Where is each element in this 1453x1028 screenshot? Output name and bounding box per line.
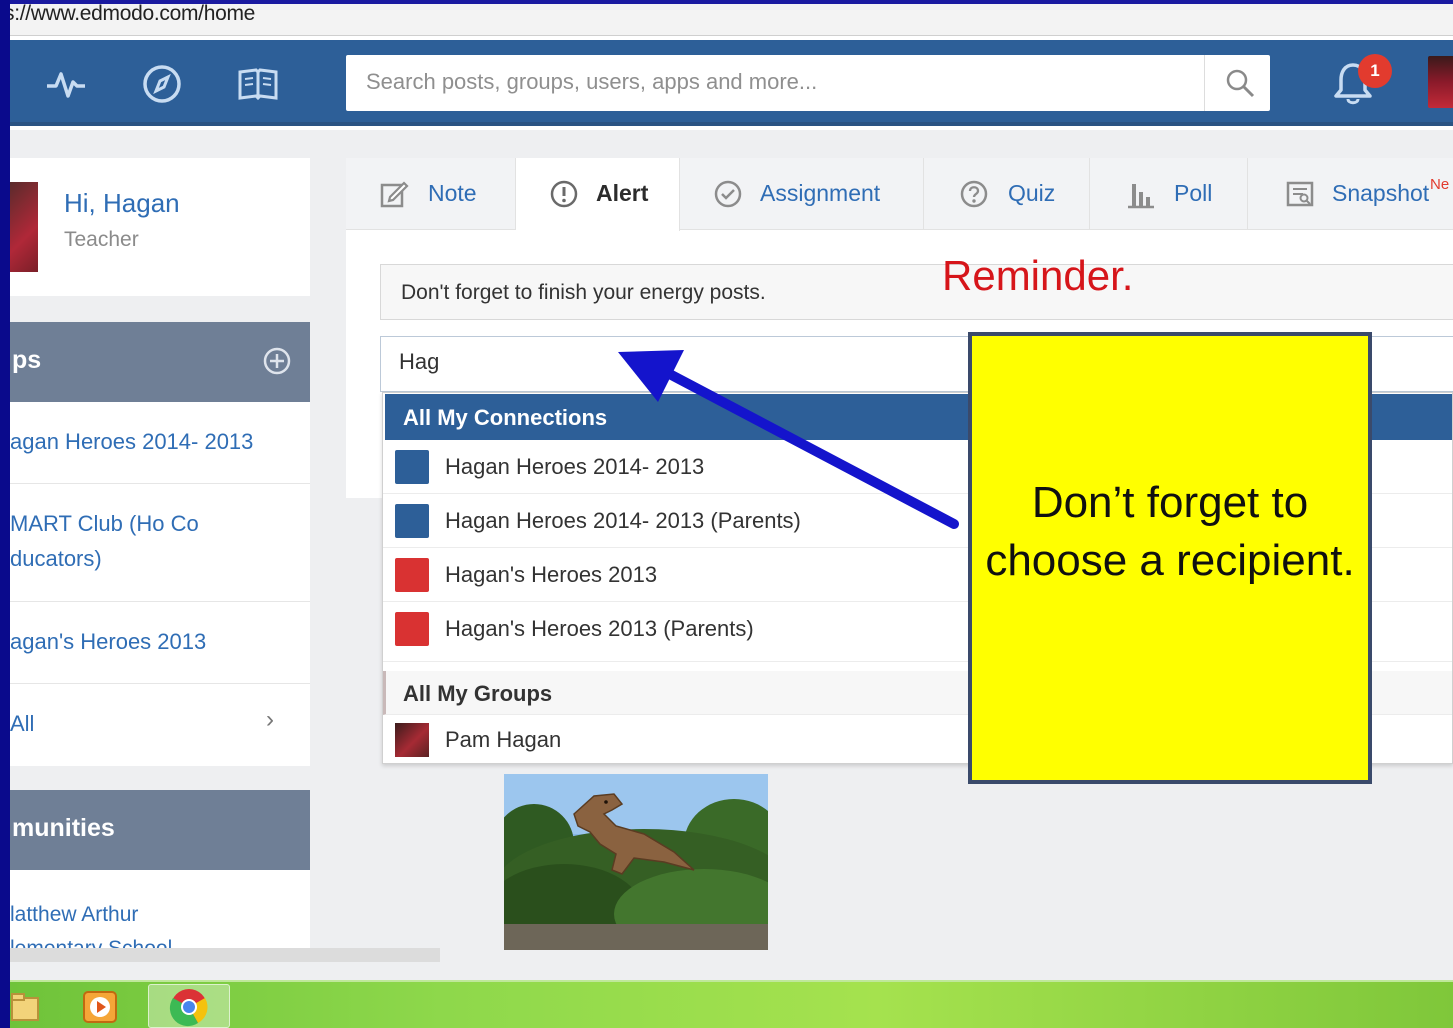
recipient-option-label: Hagan's Heroes 2013 (Parents): [445, 616, 754, 641]
chrome-taskbar-button[interactable]: [148, 984, 230, 1028]
tab-label: Snapshot: [1332, 180, 1430, 206]
check-circle-icon: [714, 180, 742, 208]
groups-subheader-label: All My Groups: [403, 681, 553, 706]
connections-header-label: All My Connections: [403, 405, 608, 430]
question-circle-icon: [960, 180, 988, 208]
group-item[interactable]: agan's Heroes 2013: [10, 602, 310, 684]
search-box: [346, 55, 1270, 111]
user-avatar: [395, 723, 429, 757]
alert-message-field[interactable]: Don't forget to finish your energy posts…: [380, 264, 1453, 320]
profile-card: Hi, Hagan Teacher: [10, 158, 310, 296]
top-navigation: 1: [10, 40, 1453, 126]
group-item-label: MART Club (Ho Co ducators): [10, 511, 199, 571]
profile-role: Teacher: [64, 228, 139, 251]
groups-list: agan Heroes 2014- 2013 MART Club (Ho Co …: [10, 402, 310, 766]
callout-text: Don’t forget to choose a recipient.: [985, 478, 1355, 585]
chrome-icon: [169, 989, 208, 1027]
chevron-right-icon: ›: [266, 706, 274, 733]
communities-list: latthew Arthur lementary School: [10, 870, 310, 950]
slide-frame: [0, 0, 10, 1028]
reminder-annotation: Reminder.: [942, 252, 1134, 299]
notification-badge[interactable]: 1: [1358, 54, 1392, 88]
address-bar[interactable]: s://www.edmodo.com/home: [10, 0, 1453, 36]
tab-alert[interactable]: Alert: [516, 158, 680, 231]
tab-note[interactable]: Note: [346, 158, 516, 230]
snapshot-icon: [1286, 181, 1314, 207]
recipient-option-label: Hagan Heroes 2014- 2013 (Parents): [445, 508, 801, 533]
horizontal-scrollbar[interactable]: [10, 948, 440, 962]
tab-label: Alert: [596, 180, 649, 206]
tab-snapshot[interactable]: Snapshot Ne: [1248, 158, 1453, 230]
group-item[interactable]: agan Heroes 2014- 2013: [10, 402, 310, 484]
activity-icon[interactable]: [44, 62, 88, 106]
new-badge: Ne: [1430, 176, 1450, 193]
group-color-swatch: [395, 504, 429, 538]
callout-box: Don’t forget to choose a recipient.: [968, 332, 1372, 784]
search-divider: [1204, 55, 1205, 111]
communities-title: munities: [12, 814, 115, 842]
url-text: s://www.edmodo.com/home: [10, 2, 256, 25]
compass-icon[interactable]: [140, 62, 184, 106]
group-item-label: agan Heroes 2014- 2013: [10, 429, 254, 454]
community-item[interactable]: latthew Arthur lementary School: [10, 898, 172, 950]
tab-label: Quiz: [1008, 180, 1056, 206]
alert-message-text: Don't forget to finish your energy posts…: [401, 281, 766, 304]
tab-label: Assignment: [760, 180, 881, 206]
tab-assignment[interactable]: Assignment: [680, 158, 924, 230]
group-color-swatch: [395, 450, 429, 484]
tab-label: Note: [428, 180, 477, 206]
note-icon: [380, 181, 409, 208]
search-icon[interactable]: [1224, 67, 1256, 99]
group-item-all[interactable]: All ›: [10, 684, 310, 766]
dinosaur-photo: [504, 774, 768, 950]
browser-screen: s://www.edmodo.com/home Search posts, gr…: [10, 0, 1453, 1028]
tab-label: Poll: [1174, 180, 1213, 206]
profile-greeting[interactable]: Hi, Hagan: [64, 188, 180, 219]
composer-tabs: Note Alert Assignment Quiz Poll Snapshot…: [346, 158, 1453, 231]
group-color-swatch: [395, 612, 429, 646]
group-item[interactable]: MART Club (Ho Co ducators): [10, 484, 310, 602]
search-input[interactable]: [366, 69, 1186, 95]
folder-icon[interactable]: [10, 986, 40, 1028]
profile-avatar[interactable]: [10, 182, 38, 272]
group-item-label: All: [10, 711, 35, 736]
os-taskbar: [10, 980, 1453, 1028]
recipient-input[interactable]: [399, 349, 899, 375]
groups-header: ps: [10, 322, 310, 402]
groups-title: ps: [12, 346, 42, 374]
recipient-option-label: Hagan's Heroes 2013: [445, 562, 658, 587]
bar-chart-icon: [1128, 184, 1154, 209]
tab-quiz[interactable]: Quiz: [924, 158, 1090, 230]
tab-poll[interactable]: Poll: [1090, 158, 1248, 230]
recipient-option-label: Pam Hagan: [445, 727, 562, 752]
book-icon[interactable]: [236, 62, 280, 106]
group-color-swatch: [395, 558, 429, 592]
media-player-icon[interactable]: [78, 986, 122, 1028]
user-avatar[interactable]: [1428, 56, 1453, 108]
alert-icon: [550, 180, 578, 208]
add-group-icon[interactable]: [262, 346, 292, 376]
group-item-label: agan's Heroes 2013: [10, 629, 207, 654]
recipient-option-label: Hagan Heroes 2014- 2013: [445, 454, 705, 479]
communities-header: munities: [10, 790, 310, 870]
